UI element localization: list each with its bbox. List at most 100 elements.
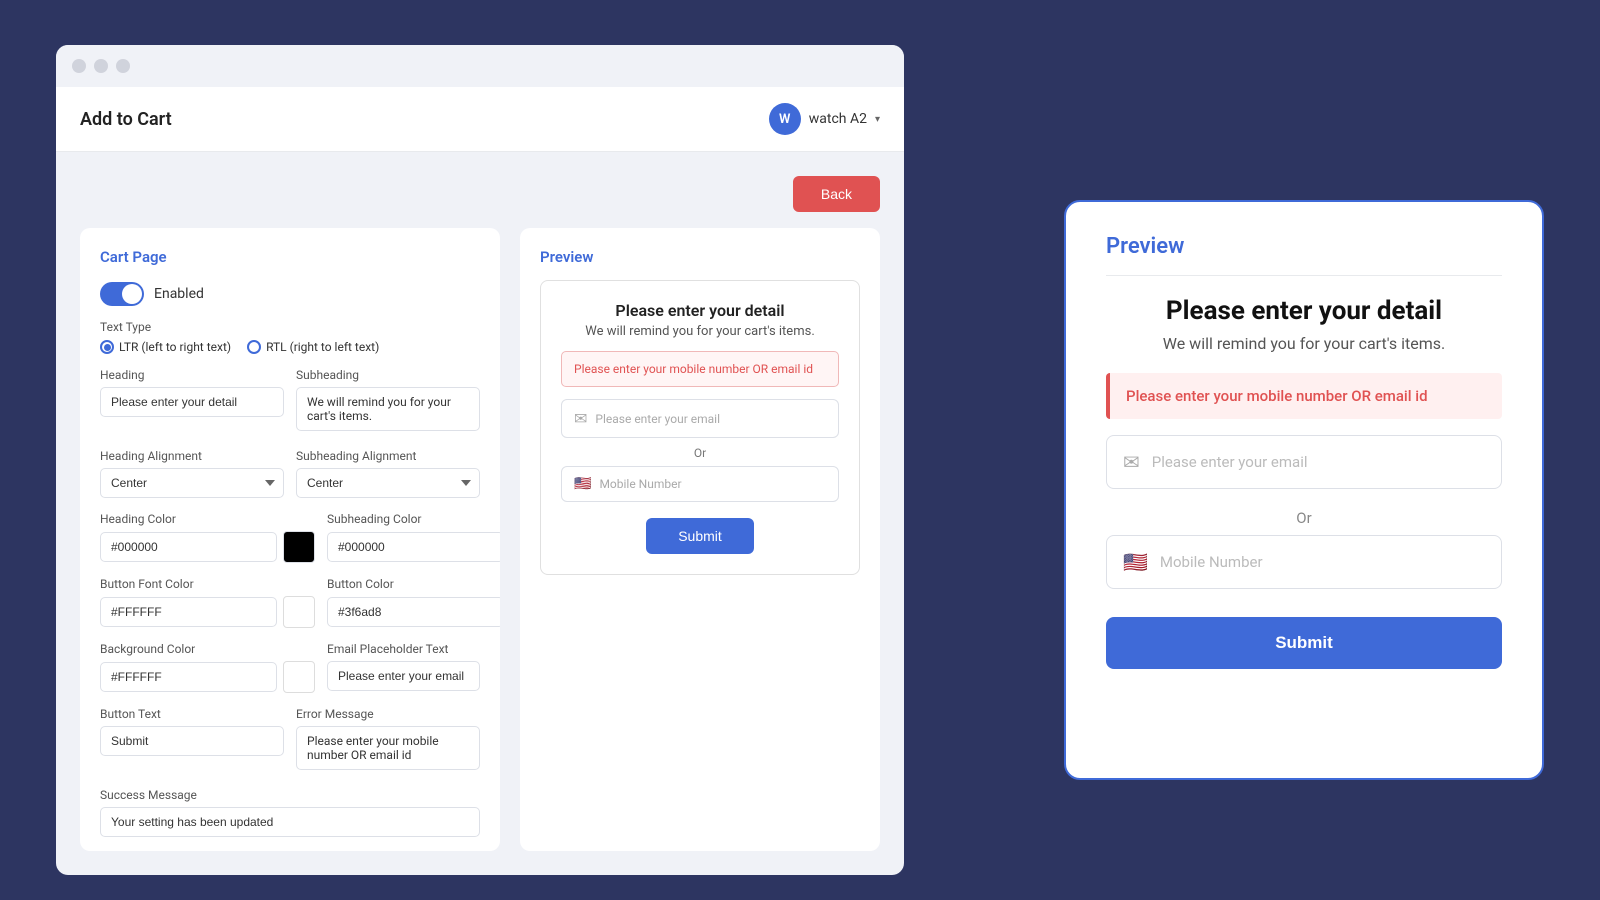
button-font-color-field: Button Font Color: [100, 577, 315, 628]
large-preview-submit-button[interactable]: Submit: [1106, 617, 1502, 669]
large-preview-email-placeholder: Please enter your email: [1152, 453, 1308, 471]
content-wrapper: Back Cart Page Enabled Text: [80, 176, 880, 851]
success-message-input[interactable]: [100, 807, 480, 837]
email-placeholder-field: Email Placeholder Text: [327, 642, 480, 693]
large-preview-or: Or: [1106, 509, 1502, 527]
button-text-label: Button Text: [100, 707, 284, 721]
large-preview-error: Please enter your mobile number OR email…: [1106, 373, 1502, 419]
browser-dot-3: [116, 59, 130, 73]
large-preview-email-input[interactable]: ✉ Please enter your email: [1106, 435, 1502, 489]
subheading-color-field: Subheading Color: [327, 512, 500, 563]
button-text-field: Button Text: [100, 707, 284, 774]
error-message-field: Error Message Please enter your mobile n…: [296, 707, 480, 774]
rtl-radio-circle: [247, 340, 261, 354]
heading-input[interactable]: [100, 387, 284, 417]
large-envelope-icon: ✉: [1123, 450, 1140, 474]
success-message-label: Success Message: [100, 788, 480, 802]
heading-label: Heading: [100, 368, 284, 382]
toggle-label: Enabled: [154, 286, 204, 302]
button-color-field: Button Color: [327, 577, 500, 628]
large-preview-panel: Preview Please enter your detail We will…: [1064, 200, 1544, 780]
subheading-color-input[interactable]: [327, 532, 500, 562]
heading-color-label: Heading Color: [100, 512, 315, 526]
small-preview-subheading: We will remind you for your cart's items…: [561, 324, 839, 339]
bg-email-row: Background Color Email Placeholder Text: [100, 642, 480, 693]
subheading-label: Subheading: [296, 368, 480, 382]
button-color-label: Button Color: [327, 577, 500, 591]
subheading-color-field-wrapper: [327, 531, 500, 563]
ltr-radio-circle: [100, 340, 114, 354]
rtl-radio-label: RTL (right to left text): [266, 340, 379, 354]
small-preview-error: Please enter your mobile number OR email…: [561, 351, 839, 387]
user-badge[interactable]: W watch A2 ▾: [769, 103, 880, 135]
small-preview-email-placeholder: Please enter your email: [595, 412, 720, 426]
browser-titlebar: [56, 45, 904, 87]
button-text-input[interactable]: [100, 726, 284, 756]
back-button[interactable]: Back: [793, 176, 880, 212]
cart-page-panel: Cart Page Enabled Text Type: [80, 228, 500, 851]
email-placeholder-label: Email Placeholder Text: [327, 642, 480, 656]
error-message-input[interactable]: Please enter your mobile number OR email…: [296, 726, 480, 770]
small-preview-card: Please enter your detail We will remind …: [540, 280, 860, 575]
content-area: Back Cart Page Enabled Text: [56, 152, 904, 875]
alignment-row: Heading Alignment Center Left Right Subh…: [100, 449, 480, 498]
heading-color-field: Heading Color: [100, 512, 315, 563]
large-preview-mobile-placeholder: Mobile Number: [1160, 553, 1263, 571]
chevron-down-icon: ▾: [875, 114, 880, 125]
color-row-1: Heading Color Subheading Color: [100, 512, 480, 563]
small-preview-mobile-input[interactable]: 🇺🇸 Mobile Number: [561, 466, 839, 502]
email-placeholder-input[interactable]: [327, 661, 480, 691]
large-preview-mobile-input[interactable]: 🇺🇸 Mobile Number: [1106, 535, 1502, 589]
browser-dot-2: [94, 59, 108, 73]
button-font-color-swatch[interactable]: [283, 596, 315, 628]
small-preview-panel: Preview Please enter your detail We will…: [520, 228, 880, 851]
browser-window: Add to Cart W watch A2 ▾ Back Cart Page: [56, 45, 904, 875]
button-error-row: Button Text Error Message Please enter y…: [100, 707, 480, 774]
radio-group: LTR (left to right text) RTL (right to l…: [100, 340, 480, 354]
subheading-field: Subheading We will remind you for your c…: [296, 368, 480, 435]
browser-dot-1: [72, 59, 86, 73]
large-preview-heading: Please enter your detail: [1106, 296, 1502, 326]
button-font-color-input[interactable]: [100, 597, 277, 627]
subheading-color-label: Subheading Color: [327, 512, 500, 526]
color-row-2: Button Font Color Button Color: [100, 577, 480, 628]
button-color-input[interactable]: [327, 597, 500, 627]
heading-alignment-field: Heading Alignment Center Left Right: [100, 449, 284, 498]
subheading-alignment-field: Subheading Alignment Center Left Right: [296, 449, 480, 498]
heading-alignment-label: Heading Alignment: [100, 449, 284, 463]
rtl-radio-option[interactable]: RTL (right to left text): [247, 340, 379, 354]
small-preview-heading: Please enter your detail: [561, 301, 839, 320]
error-message-label: Error Message: [296, 707, 480, 721]
small-preview-submit-button[interactable]: Submit: [646, 518, 754, 554]
heading-color-swatch[interactable]: [283, 531, 315, 563]
text-type-label: Text Type: [100, 320, 480, 334]
success-message-row: Success Message: [100, 788, 480, 837]
user-avatar: W: [769, 103, 801, 135]
heading-alignment-select[interactable]: Center Left Right: [100, 468, 284, 498]
button-color-wrapper: [327, 596, 500, 628]
bg-color-input[interactable]: [100, 662, 277, 692]
enabled-toggle[interactable]: [100, 282, 144, 306]
ltr-radio-option[interactable]: LTR (left to right text): [100, 340, 231, 354]
cart-page-title: Cart Page: [100, 248, 480, 266]
heading-color-field-wrapper: [100, 531, 315, 563]
toggle-thumb: [122, 284, 142, 304]
bg-color-swatch[interactable]: [283, 661, 315, 693]
subheading-input[interactable]: We will remind you for your cart's items…: [296, 387, 480, 431]
subheading-alignment-select[interactable]: Center Left Right: [296, 468, 480, 498]
text-type-row: Text Type LTR (left to right text) RTL (…: [100, 320, 480, 354]
app-title: Add to Cart: [80, 109, 172, 130]
enabled-toggle-row: Enabled: [100, 282, 480, 306]
back-button-row: Back: [80, 176, 880, 212]
bg-color-field: Background Color: [100, 642, 315, 693]
flag-icon: 🇺🇸: [574, 476, 591, 492]
user-name: watch A2: [809, 111, 867, 127]
heading-color-input[interactable]: [100, 532, 277, 562]
two-panel-row: Cart Page Enabled Text Type: [80, 228, 880, 851]
button-font-color-label: Button Font Color: [100, 577, 315, 591]
button-font-color-wrapper: [100, 596, 315, 628]
heading-subheading-row: Heading Subheading We will remind you fo…: [100, 368, 480, 435]
app-header: Add to Cart W watch A2 ▾: [56, 87, 904, 152]
small-preview-email-input[interactable]: ✉ Please enter your email: [561, 399, 839, 438]
large-preview-title: Preview: [1106, 234, 1502, 276]
